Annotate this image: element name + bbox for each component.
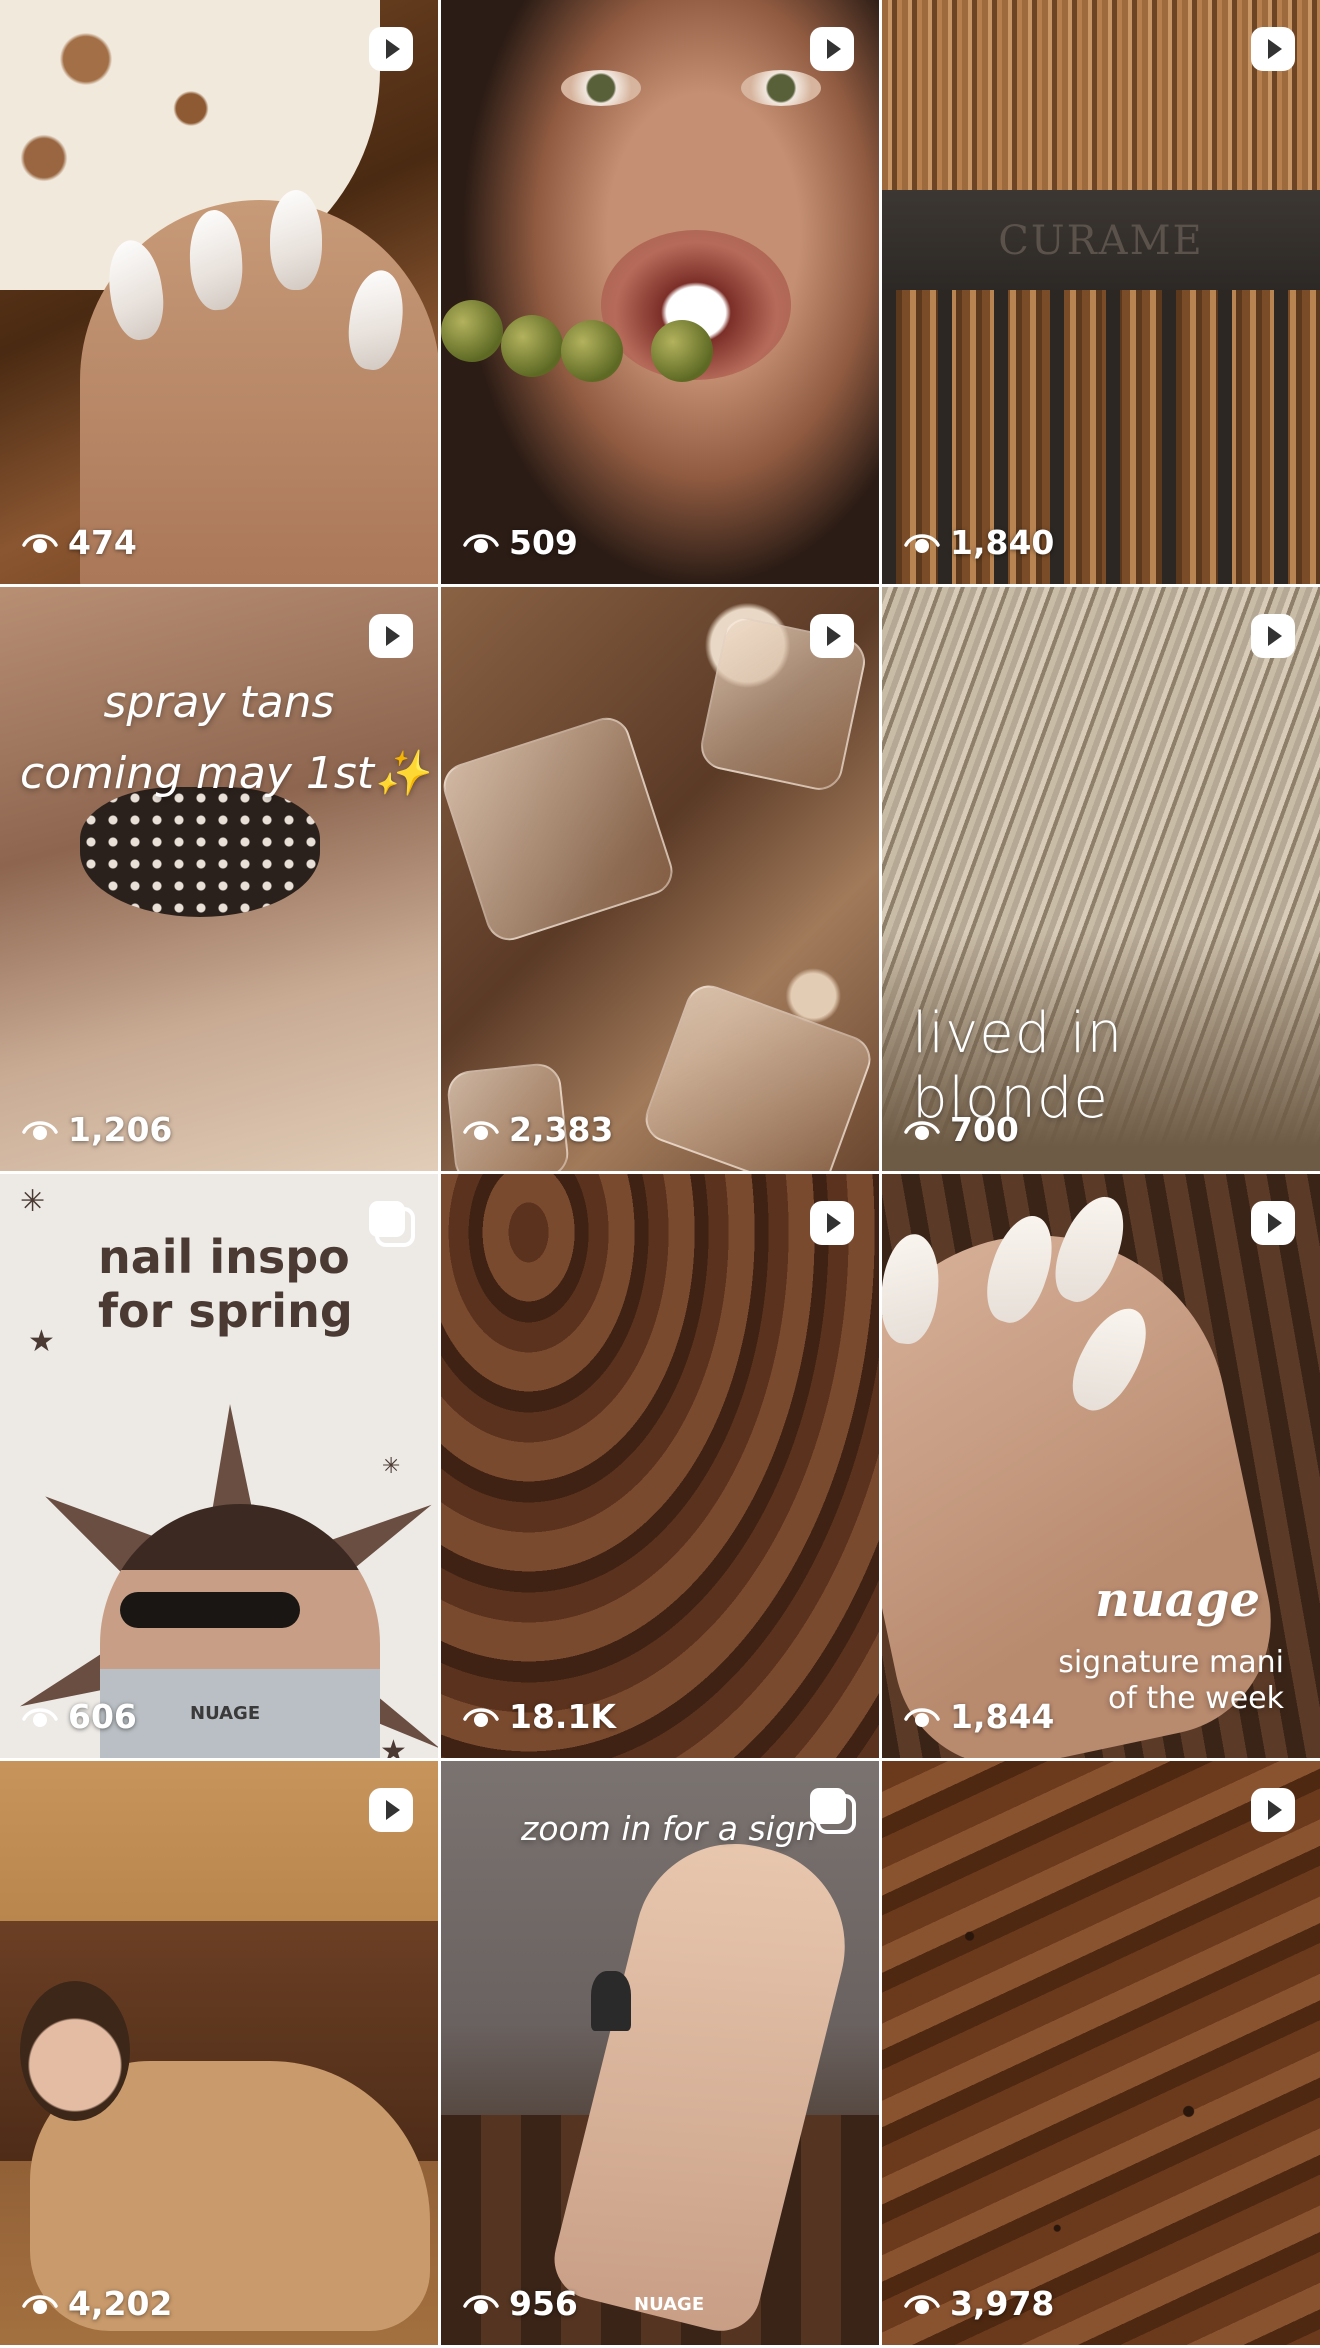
- view-count-value: 700: [950, 1110, 1019, 1149]
- reel-icon: [1248, 1785, 1298, 1835]
- sparkle-icon: ★: [28, 1324, 55, 1359]
- tile-thumbnail: [441, 1174, 879, 1758]
- overlay-text: zoom in for a sign: [521, 1809, 817, 1848]
- view-count-value: 4,202: [68, 2284, 173, 2323]
- view-count: 700: [904, 1110, 1019, 1149]
- reel-icon: [366, 24, 416, 74]
- reel-icon: [1248, 24, 1298, 74]
- eye-icon: [22, 1120, 58, 1140]
- view-count-value: 1,844: [950, 1697, 1055, 1736]
- eye-icon: [904, 2294, 940, 2314]
- post-title-line: nail inspo: [98, 1230, 350, 1284]
- view-count: 2,383: [463, 1110, 613, 1149]
- view-count-value: 1,840: [950, 523, 1055, 562]
- view-count: 474: [22, 523, 137, 562]
- view-count-value: 509: [509, 523, 578, 562]
- post-title-line: for spring: [98, 1284, 353, 1338]
- caption-line: signature mani: [1058, 1645, 1284, 1680]
- bikini-top-image: [80, 787, 320, 917]
- reel-icon: [1248, 1198, 1298, 1248]
- profile-grid: 474 509 CURAME 1,840 spray tans coming m…: [0, 0, 1320, 2348]
- olive: [501, 315, 563, 377]
- grid-tile[interactable]: spray tans coming may 1st✨ 1,206: [0, 587, 438, 1171]
- olive: [561, 320, 623, 382]
- sparkle-icon: ✳: [382, 1454, 401, 1479]
- tile-thumbnail: [882, 1761, 1320, 2345]
- eye-icon: [463, 1707, 499, 1727]
- grid-tile[interactable]: 3,978: [882, 1761, 1320, 2345]
- caption-line: of the week: [1107, 1681, 1284, 1716]
- view-count: 3,978: [904, 2284, 1054, 2323]
- view-count: 1,206: [22, 1110, 172, 1149]
- grid-tile[interactable]: 4,202: [0, 1761, 438, 2345]
- sparkle-icon: ✳: [20, 1184, 46, 1219]
- grid-tile[interactable]: 2,383: [441, 587, 879, 1171]
- view-count: 1,844: [904, 1697, 1054, 1736]
- eye-icon: [904, 1707, 940, 1727]
- view-count-value: 606: [68, 1697, 137, 1736]
- overlay-text: coming may 1st✨: [20, 748, 429, 799]
- comb-label: CURAME: [998, 218, 1204, 264]
- eye-image: [741, 70, 821, 106]
- view-count: 1,840: [904, 523, 1054, 562]
- brand-logo: NUAGE: [634, 2294, 705, 2315]
- olive: [651, 320, 713, 382]
- brand-logo: NUAGE: [190, 1703, 261, 1724]
- eye-icon: [22, 2294, 58, 2314]
- post-title: nail inspo for spring: [98, 1230, 353, 1338]
- model-image: [20, 1981, 130, 2121]
- grid-tile[interactable]: 474: [0, 0, 438, 584]
- reel-icon: [807, 611, 857, 661]
- view-count: 606: [22, 1697, 137, 1736]
- eye-icon: [463, 1120, 499, 1140]
- reel-icon: [366, 611, 416, 661]
- view-count: 18.1K: [463, 1697, 616, 1736]
- eye-icon: [463, 533, 499, 553]
- eye-icon: [22, 1707, 58, 1727]
- eye-image: [561, 70, 641, 106]
- grid-tile[interactable]: CURAME 1,840: [882, 0, 1320, 584]
- carousel-icon: [366, 1198, 416, 1248]
- view-count-value: 474: [68, 523, 137, 562]
- eye-icon: [904, 533, 940, 553]
- reel-icon: [366, 1785, 416, 1835]
- view-count-value: 18.1K: [509, 1697, 616, 1736]
- brand-logo: nuage: [1095, 1572, 1260, 1628]
- grid-tile[interactable]: 509: [441, 0, 879, 584]
- eye-icon: [463, 2294, 499, 2314]
- grid-tile[interactable]: zoom in for a sign NUAGE 956: [441, 1761, 879, 2345]
- reel-icon: [807, 24, 857, 74]
- view-count-value: 956: [509, 2284, 578, 2323]
- olive: [441, 300, 503, 362]
- overlay-text: spray tans: [103, 677, 335, 728]
- view-count: 4,202: [22, 2284, 172, 2323]
- grid-tile[interactable]: lived in blonde 700: [882, 587, 1320, 1171]
- view-count: 509: [463, 523, 578, 562]
- reel-icon: [807, 1198, 857, 1248]
- eye-icon: [22, 533, 58, 553]
- grid-tile[interactable]: nail inspo for spring ★ ✳ ★ ✳ NUAGE 606: [0, 1174, 438, 1758]
- nail: [270, 190, 322, 290]
- reel-icon: [1248, 611, 1298, 661]
- sparkle-icon: ★: [380, 1734, 407, 1758]
- view-count-value: 2,383: [509, 1110, 614, 1149]
- grid-tile[interactable]: 18.1K: [441, 1174, 879, 1758]
- view-count-value: 3,978: [950, 2284, 1055, 2323]
- sunglasses-image: [120, 1592, 300, 1628]
- view-count: 956: [463, 2284, 578, 2323]
- carousel-icon: [807, 1785, 857, 1835]
- tiny-sign-image: [591, 1971, 631, 2031]
- view-count-value: 1,206: [68, 1110, 173, 1149]
- grid-tile[interactable]: nuage signature mani of the week 1,844: [882, 1174, 1320, 1758]
- eye-icon: [904, 1120, 940, 1140]
